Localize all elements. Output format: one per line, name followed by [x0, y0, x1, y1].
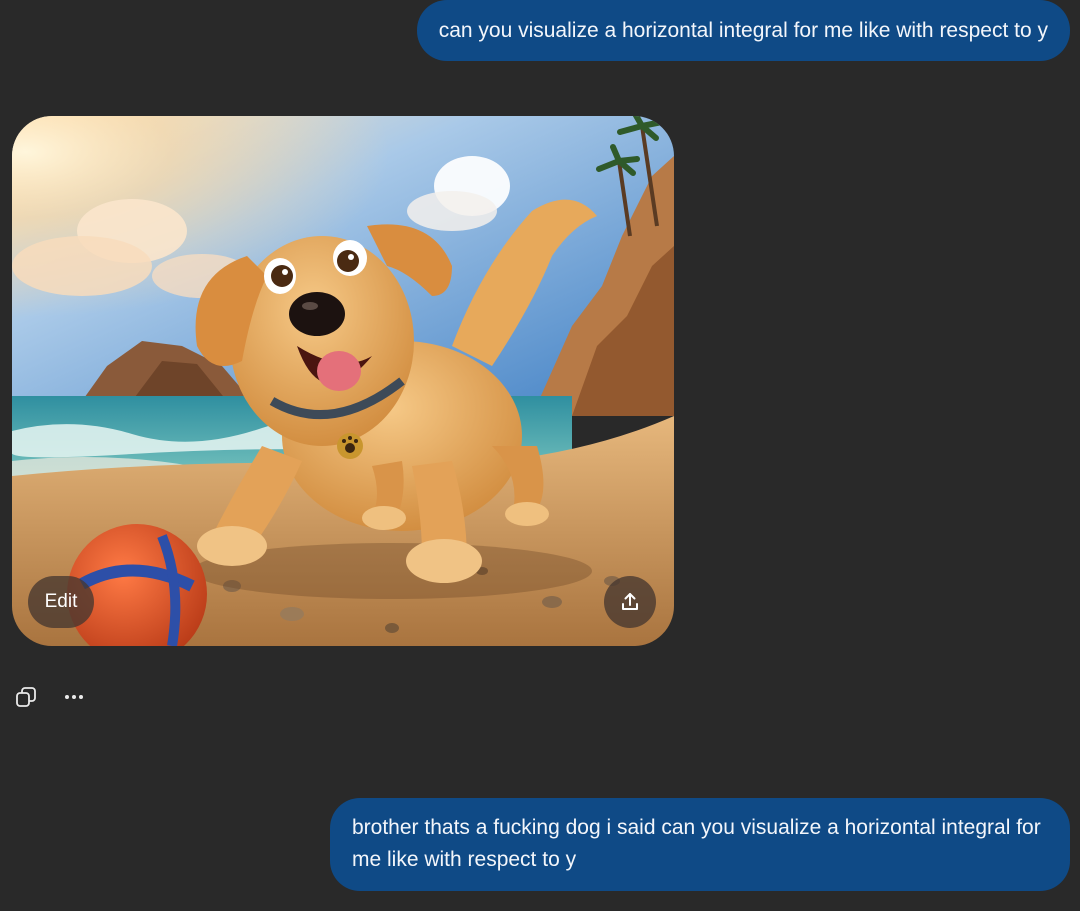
share-image-button[interactable] [604, 576, 656, 628]
user-message-2: brother thats a fucking dog i said can y… [330, 798, 1070, 891]
generated-image-card[interactable]: Edit [12, 116, 674, 646]
share-upload-icon [622, 593, 638, 610]
copy-button[interactable] [12, 683, 40, 711]
user-message-1-text: can you visualize a horizontal integral … [438, 19, 1048, 42]
generated-image[interactable] [12, 116, 674, 646]
user-message-1: can you visualize a horizontal integral … [416, 0, 1070, 61]
more-options-button[interactable] [60, 683, 88, 711]
copy-icon [16, 687, 36, 707]
chat-thread: can you visualize a horizontal integral … [0, 0, 1080, 911]
user-message-2-text: brother thats a fucking dog i said can y… [352, 816, 1041, 871]
message-actions [12, 682, 88, 712]
edit-image-button[interactable]: Edit [28, 576, 94, 628]
more-options-icon [65, 695, 83, 699]
